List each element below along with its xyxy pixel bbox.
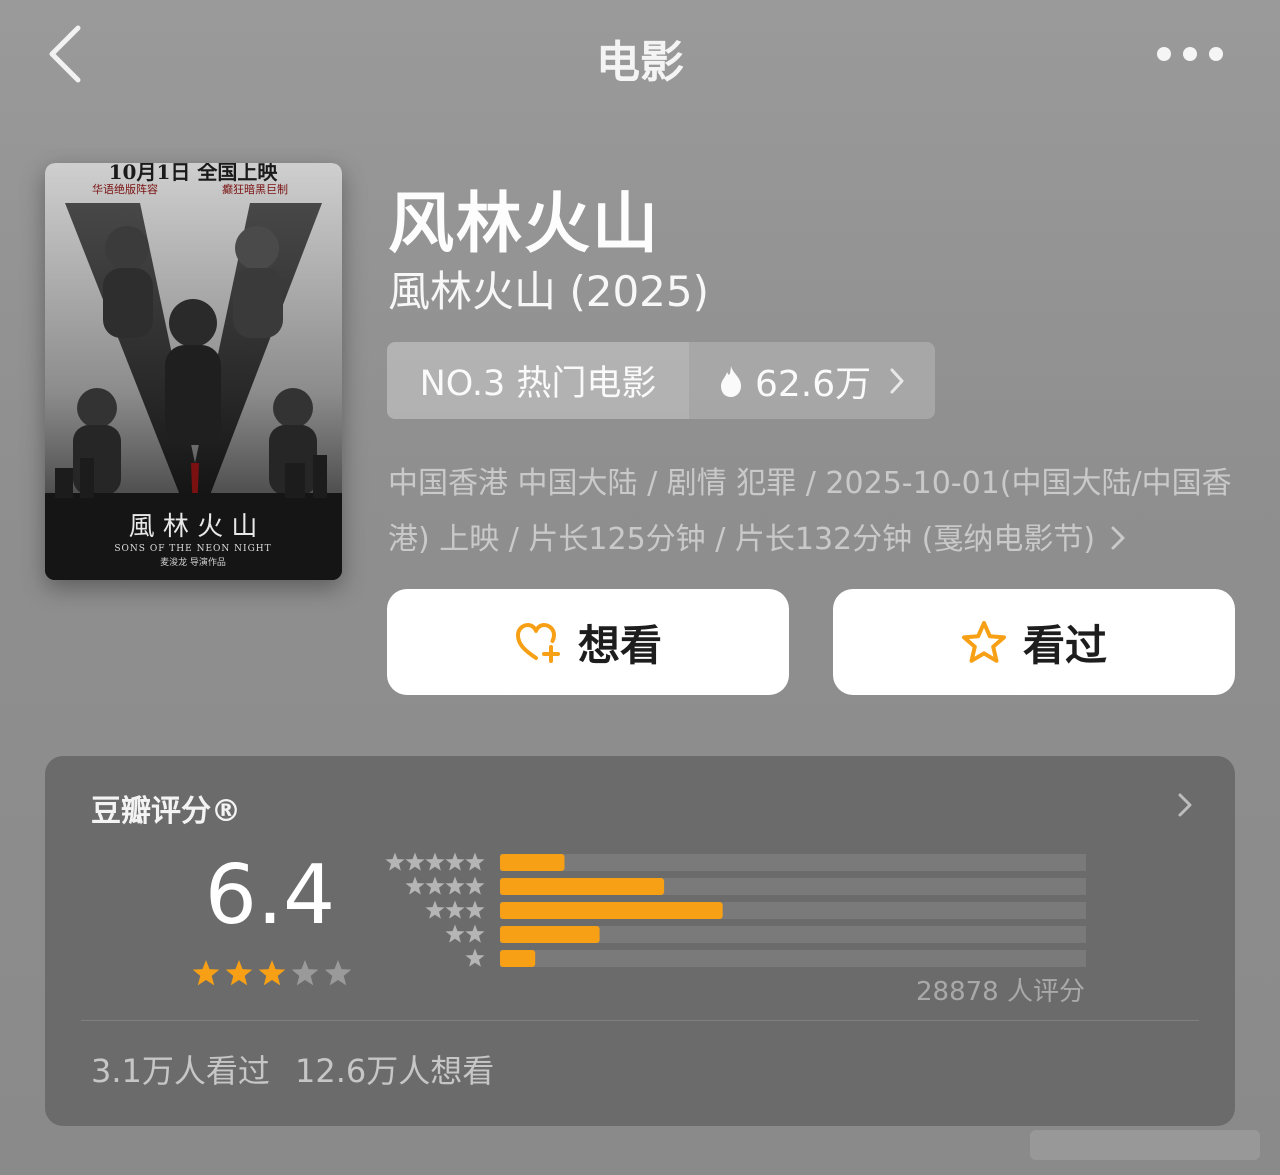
poster-title-cn: 風 林 火 山 — [129, 512, 258, 542]
rank-badge[interactable]: NO.3 热门电影 62.6万 — [387, 342, 935, 419]
want-to-watch-button[interactable]: 想看 — [387, 589, 789, 695]
star-empty-icon — [291, 960, 319, 986]
star-label-icon — [465, 876, 485, 895]
rating-bar-4-star — [500, 878, 665, 895]
star-empty-icon — [324, 960, 352, 986]
rating-bar-5-star — [500, 854, 565, 871]
rank-label: NO.3 热门电影 — [387, 342, 689, 419]
poster-director: 麦浚龙 导演作品 — [160, 556, 226, 568]
star-outline-icon — [961, 621, 1006, 663]
rating-title: 豆瓣评分® — [91, 794, 241, 829]
star-label-icon — [445, 876, 465, 895]
rating-bar-track — [500, 950, 1086, 967]
chevron-right-icon — [1111, 526, 1125, 550]
star-label-icon — [465, 852, 485, 871]
chevron-right-icon — [1178, 793, 1192, 817]
star-label-icon — [445, 852, 465, 871]
star-label-icon — [445, 900, 465, 919]
star-label-icon — [425, 852, 445, 871]
star-label-icon — [425, 876, 445, 895]
rating-bar-2-star — [500, 926, 600, 943]
more-button[interactable] — [1150, 30, 1234, 78]
poster-title-en: SONS OF THE NEON NIGHT — [114, 544, 271, 554]
star-label-icon — [465, 924, 485, 943]
heart-plus-icon — [515, 623, 560, 663]
poster-tagline-left: 华语绝版阵容 — [92, 182, 158, 196]
watched-label: 看过 — [1022, 620, 1107, 670]
star-label-icon — [425, 900, 445, 919]
rating-bar-3-star — [500, 902, 723, 919]
star-label-icon — [385, 852, 405, 871]
seen-count: 3.1万人看过 — [91, 1052, 270, 1090]
page-title: 电影 — [596, 37, 684, 88]
movie-meta-text: 中国香港 中国大陆 / 剧情 犯罪 / 2025-10-01(中国大陆/中国香港… — [388, 466, 1232, 557]
rating-card[interactable]: 豆瓣评分® 6.4 28878 人评分 3.1万人看过 12.6万人想看 — [45, 756, 1235, 1126]
star-filled-icon — [225, 960, 253, 986]
star-label-icon — [465, 900, 485, 919]
rating-detail-button[interactable] — [1173, 790, 1197, 820]
rating-distribution — [375, 852, 1095, 972]
want-count: 12.6万人想看 — [295, 1052, 495, 1090]
star-label-icon — [405, 852, 425, 871]
want-to-watch-label: 想看 — [577, 620, 662, 670]
heat-indicator: 62.6万 — [689, 342, 935, 419]
rating-bar-1-star — [500, 950, 536, 967]
poster-tagline-right: 癫狂暗黑巨制 — [222, 182, 288, 196]
watermark — [1030, 1122, 1270, 1166]
rating-count: 28878 人评分 — [916, 977, 1085, 1007]
star-label-icon — [405, 876, 425, 895]
movie-original-title: 風林火山 (2025) — [388, 267, 710, 316]
movie-title: 风林火山 — [388, 185, 660, 262]
star-label-icon — [465, 948, 485, 967]
movie-poster[interactable]: 10月1日 全国上映 华语绝版阵容 癫狂暗黑巨制 風 林 火 山 SONS OF… — [45, 163, 342, 580]
flame-icon — [721, 365, 741, 397]
star-label-icon — [445, 924, 465, 943]
rating-score: 6.4 — [204, 848, 336, 943]
divider — [81, 1020, 1199, 1021]
rating-bar-track — [500, 854, 1086, 871]
watched-button[interactable]: 看过 — [833, 589, 1235, 695]
star-filled-icon — [258, 960, 286, 986]
heat-value: 62.6万 — [755, 363, 872, 405]
chevron-right-icon — [890, 368, 904, 393]
star-filled-icon — [192, 960, 220, 986]
movie-meta[interactable]: 中国香港 中国大陆 / 剧情 犯罪 / 2025-10-01(中国大陆/中国香港… — [388, 456, 1248, 568]
rating-stars — [191, 958, 356, 994]
ellipsis-icon — [1157, 47, 1223, 61]
poster-release-text: 10月1日 全国上映 — [109, 163, 279, 184]
